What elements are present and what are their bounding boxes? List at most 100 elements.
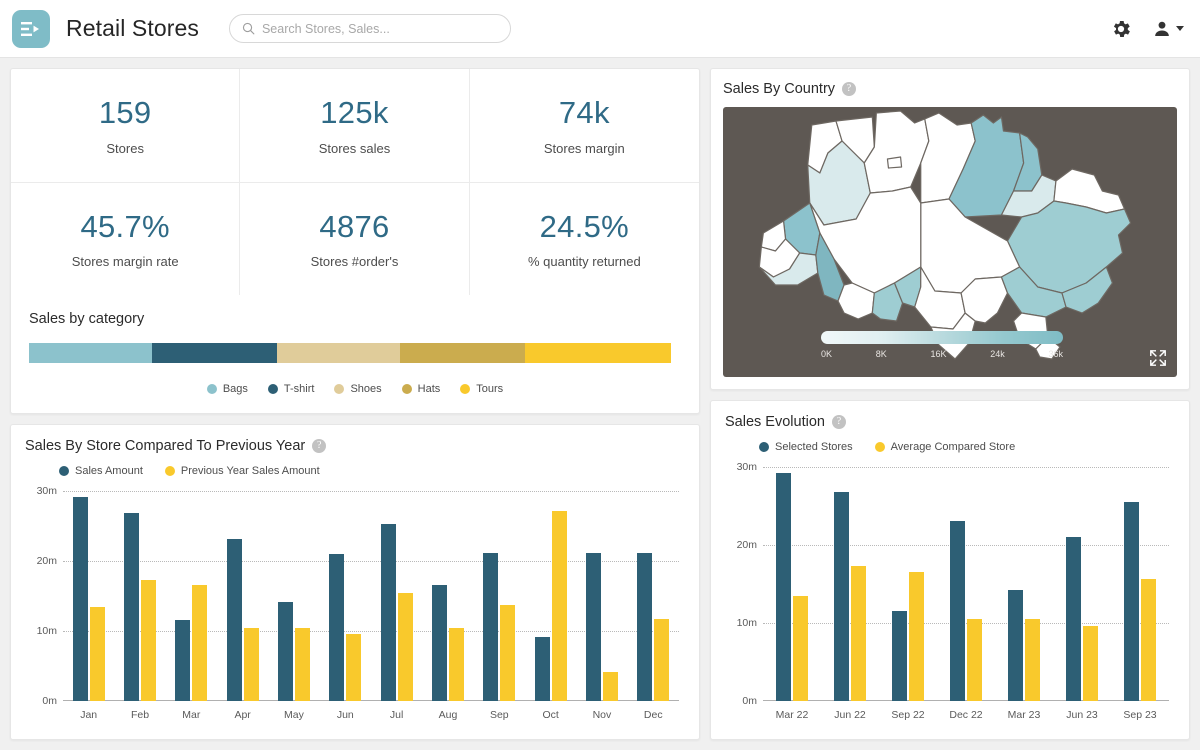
bar-group[interactable]: Feb bbox=[114, 491, 165, 701]
account-button[interactable] bbox=[1152, 19, 1184, 39]
bar-group[interactable]: Sep 22 bbox=[879, 467, 937, 701]
bar[interactable] bbox=[1083, 626, 1098, 701]
bar[interactable] bbox=[244, 628, 259, 701]
kpi-tile[interactable]: 125k Stores sales bbox=[240, 69, 469, 183]
bar[interactable] bbox=[329, 554, 344, 701]
legend-item[interactable]: Sales Amount bbox=[59, 465, 143, 477]
category-segment[interactable] bbox=[277, 343, 400, 363]
category-segment[interactable] bbox=[525, 343, 671, 363]
bar-group[interactable]: Aug bbox=[422, 491, 473, 701]
sales-by-store-plot[interactable]: 0m10m20m30mJanFebMarAprMayJunJulAugSepOc… bbox=[63, 491, 679, 701]
bar[interactable] bbox=[1008, 590, 1023, 701]
bar[interactable] bbox=[483, 553, 498, 701]
help-circle-icon[interactable]: ? bbox=[832, 415, 846, 429]
legend-item[interactable]: Tours bbox=[460, 383, 503, 395]
sales-evolution-plot[interactable]: 0m10m20m30mMar 22Jun 22Sep 22Dec 22Mar 2… bbox=[763, 467, 1169, 701]
bar-group[interactable]: Mar bbox=[166, 491, 217, 701]
bar[interactable] bbox=[90, 607, 105, 701]
bar[interactable] bbox=[278, 602, 293, 701]
kpi-tile[interactable]: 4876 Stores #order's bbox=[240, 183, 469, 296]
bar[interactable] bbox=[73, 497, 88, 701]
legend-item[interactable]: Bags bbox=[207, 383, 248, 395]
bar-group[interactable]: Jun bbox=[320, 491, 371, 701]
bar[interactable] bbox=[175, 620, 190, 701]
app-logo[interactable] bbox=[12, 10, 50, 48]
legend-item[interactable]: Hats bbox=[402, 383, 441, 395]
bar-group[interactable]: Nov bbox=[576, 491, 627, 701]
bar[interactable] bbox=[950, 521, 965, 701]
bar[interactable] bbox=[381, 524, 396, 701]
category-segment[interactable] bbox=[29, 343, 152, 363]
bar-group[interactable]: Mar 23 bbox=[995, 467, 1053, 701]
legend-item[interactable]: Shoes bbox=[334, 383, 381, 395]
bar[interactable] bbox=[851, 566, 866, 701]
kpi-value: 45.7% bbox=[17, 211, 233, 244]
bar-group[interactable]: Oct bbox=[525, 491, 576, 701]
bar[interactable] bbox=[892, 611, 907, 701]
legend-dot-icon bbox=[268, 384, 278, 394]
category-segment[interactable] bbox=[400, 343, 525, 363]
bar[interactable] bbox=[967, 619, 982, 701]
country-map[interactable]: 0K8K16K24k36k bbox=[723, 107, 1177, 377]
bar-group[interactable]: Dec bbox=[628, 491, 679, 701]
kpi-card: 159 Stores 125k Stores sales 74k Stores … bbox=[10, 68, 700, 414]
legend-dot-icon bbox=[402, 384, 412, 394]
bar[interactable] bbox=[909, 572, 924, 701]
legend-item[interactable]: Average Compared Store bbox=[875, 441, 1016, 453]
x-axis-tick: Jun 22 bbox=[821, 709, 879, 721]
bar-group[interactable]: May bbox=[268, 491, 319, 701]
bar[interactable] bbox=[449, 628, 464, 701]
bar[interactable] bbox=[124, 513, 139, 701]
search-input[interactable] bbox=[262, 22, 498, 36]
settings-button[interactable] bbox=[1110, 18, 1132, 40]
bar-group[interactable]: Jun 22 bbox=[821, 467, 879, 701]
map-legend: 0K8K16K24k36k bbox=[821, 331, 1063, 359]
bar-group[interactable]: Jun 23 bbox=[1053, 467, 1111, 701]
bar[interactable] bbox=[192, 585, 207, 701]
kpi-tile[interactable]: 45.7% Stores margin rate bbox=[11, 183, 240, 296]
bar[interactable] bbox=[603, 672, 618, 701]
search-box[interactable] bbox=[229, 14, 511, 43]
category-segment[interactable] bbox=[152, 343, 278, 363]
legend-item[interactable]: T-shirt bbox=[268, 383, 315, 395]
legend-item[interactable]: Selected Stores bbox=[759, 441, 853, 453]
bar[interactable] bbox=[500, 605, 515, 701]
legend-item[interactable]: Previous Year Sales Amount bbox=[165, 465, 320, 477]
bar-group[interactable]: Dec 22 bbox=[937, 467, 995, 701]
bar[interactable] bbox=[1141, 579, 1156, 701]
bar[interactable] bbox=[776, 473, 791, 701]
bar[interactable] bbox=[535, 637, 550, 701]
fullscreen-icon[interactable] bbox=[1149, 349, 1167, 367]
bar[interactable] bbox=[432, 585, 447, 701]
right-column: Sales By Country ? bbox=[710, 68, 1190, 740]
bar-group[interactable]: Jul bbox=[371, 491, 422, 701]
kpi-tile[interactable]: 159 Stores bbox=[11, 69, 240, 183]
kpi-tile[interactable]: 24.5% % quantity returned bbox=[470, 183, 699, 296]
kpi-tile[interactable]: 74k Stores margin bbox=[470, 69, 699, 183]
bar[interactable] bbox=[586, 553, 601, 701]
bar[interactable] bbox=[654, 619, 669, 701]
sales-by-category-bar[interactable] bbox=[29, 343, 671, 363]
bar[interactable] bbox=[1025, 619, 1040, 701]
bar[interactable] bbox=[552, 511, 567, 701]
bar[interactable] bbox=[227, 539, 242, 701]
bar[interactable] bbox=[398, 593, 413, 701]
bar[interactable] bbox=[793, 596, 808, 701]
bar[interactable] bbox=[1066, 537, 1081, 701]
bar[interactable] bbox=[346, 634, 361, 701]
bar[interactable] bbox=[141, 580, 156, 701]
legend-label: T-shirt bbox=[284, 383, 315, 395]
bar-group[interactable]: Apr bbox=[217, 491, 268, 701]
kpi-label: Stores bbox=[17, 141, 233, 156]
bar-group[interactable]: Jan bbox=[63, 491, 114, 701]
bar[interactable] bbox=[834, 492, 849, 701]
bar-group[interactable]: Sep bbox=[474, 491, 525, 701]
kpi-value: 74k bbox=[476, 97, 693, 130]
help-circle-icon[interactable]: ? bbox=[312, 439, 326, 453]
bar[interactable] bbox=[637, 553, 652, 701]
help-circle-icon[interactable]: ? bbox=[842, 82, 856, 96]
bar[interactable] bbox=[1124, 502, 1139, 701]
bar-group[interactable]: Mar 22 bbox=[763, 467, 821, 701]
bar-group[interactable]: Sep 23 bbox=[1111, 467, 1169, 701]
bar[interactable] bbox=[295, 628, 310, 701]
